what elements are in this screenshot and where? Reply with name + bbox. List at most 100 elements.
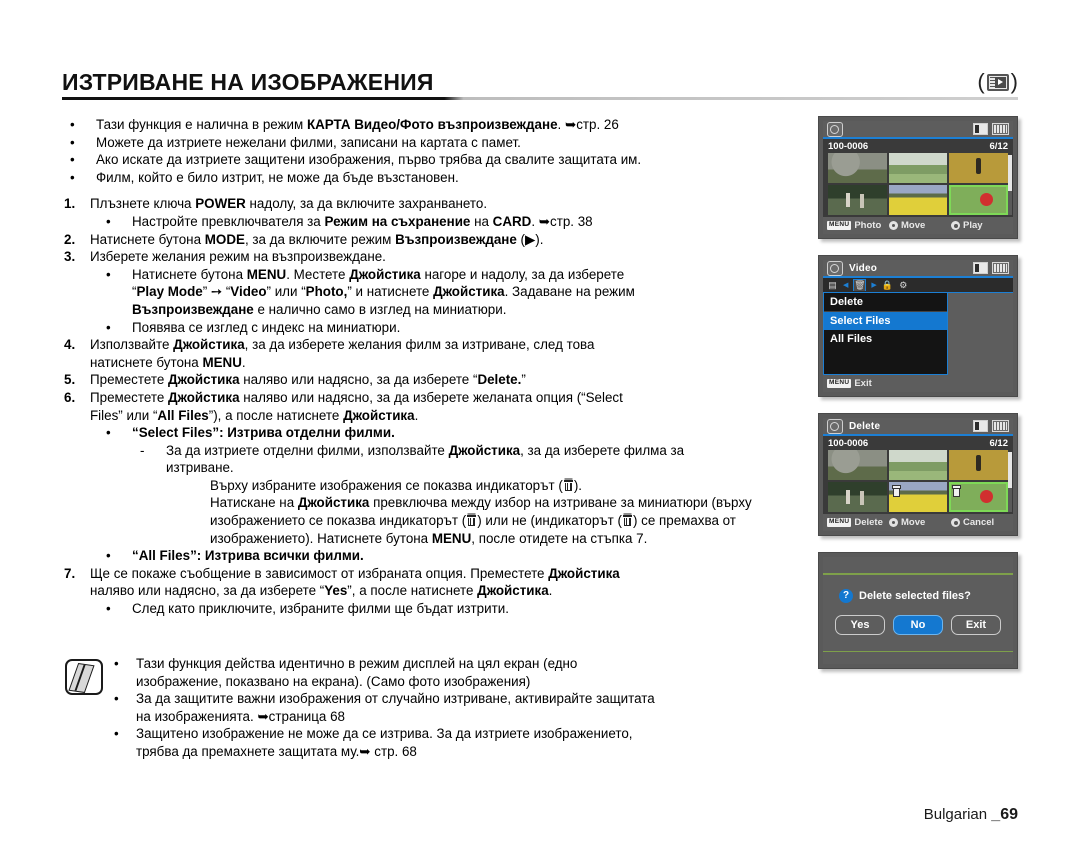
step-3-sub1-line-a: Натиснете бутона MENU. Местете Джойстика… bbox=[132, 266, 625, 282]
file-counter: 6/12 bbox=[989, 141, 1009, 152]
step-6-cont3-c: ) се премахва от bbox=[632, 513, 736, 529]
step-7-number: 7. bbox=[64, 565, 76, 581]
chevron-right-icon[interactable]: ▶ bbox=[871, 281, 876, 289]
intro-bullet-text-2: Ако искате да изтриете защитени изображе… bbox=[96, 152, 642, 168]
thumbnail-item[interactable] bbox=[949, 450, 1008, 480]
screenshot-thumbnail-index: 100-0006 6/12 MENU Photo Move Play bbox=[818, 116, 1018, 239]
memory-card-icon bbox=[973, 123, 988, 135]
file-counter: 6/12 bbox=[989, 438, 1009, 449]
thumbnail-item[interactable] bbox=[828, 450, 887, 480]
trash-icon bbox=[622, 515, 632, 527]
step-6-dash-line-b: изтриване. bbox=[166, 460, 234, 476]
page-header: ИЗТРИВАНЕ НА ИЗОБРАЖЕНИЯ ( ) bbox=[62, 69, 1018, 101]
lcd-action-bar: MENU Photo Move Play bbox=[823, 217, 1013, 234]
step-7-line-a: Ще се покаже съобщение в зависимост от и… bbox=[90, 565, 620, 581]
step-4-line-a: Използвайте Джойстика, за да изберете же… bbox=[90, 337, 595, 353]
step-7-sub-text: След като приключите, избраните филми ще… bbox=[132, 601, 509, 617]
intro-bullet: • Тази функция е налична в режим КАРТА Ви… bbox=[62, 116, 802, 134]
thumbnail-item-marked[interactable] bbox=[888, 482, 948, 512]
menu-item-select-files[interactable]: Select Files bbox=[824, 312, 948, 330]
step-5-number: 5. bbox=[64, 372, 76, 388]
intro-bullet-text-1: Можете да изтриете нежелани филми, запис… bbox=[96, 134, 521, 150]
move-label: Move bbox=[901, 220, 926, 231]
note-2-line-b: трябва да премахнете защитата му.➥ стр. … bbox=[136, 743, 417, 759]
step-5: 5. Преместете Джойстика наляво или надяс… bbox=[62, 371, 802, 389]
play-mode-tab-icon[interactable]: ▤ bbox=[827, 280, 838, 291]
no-button[interactable]: No bbox=[893, 614, 943, 635]
step-6-line-a: Преместете Джойстика наляво или надясно,… bbox=[90, 389, 623, 405]
intro-bullet: • Можете да изтриете нежелани филми, запи… bbox=[62, 134, 802, 152]
yes-button[interactable]: Yes bbox=[835, 614, 885, 635]
page-footer: Bulgarian _69 bbox=[924, 806, 1018, 824]
menu-action-label: Delete bbox=[854, 517, 883, 528]
dialog-buttons: Yes No Exit bbox=[823, 614, 1013, 651]
lock-tab-icon[interactable]: 🔒 bbox=[882, 280, 893, 291]
lcd-title: Delete bbox=[849, 420, 881, 432]
step-3-sub1-line-b: “Play Mode” ➙ “Video” или “Photo,” и нат… bbox=[132, 284, 635, 300]
thumbnail-item[interactable] bbox=[828, 153, 887, 183]
file-info-bar: 100-0006 6/12 bbox=[823, 436, 1013, 450]
memory-card-icon bbox=[973, 262, 988, 274]
thumbnail-item[interactable] bbox=[949, 153, 1008, 183]
thumbnail-item[interactable] bbox=[828, 185, 887, 215]
step-6-select-files-label: “Select Files”: Изтрива отделни филми. bbox=[132, 425, 395, 441]
thumbnail-item-selected[interactable] bbox=[949, 185, 1008, 215]
thumbnail-item[interactable] bbox=[888, 185, 948, 215]
step-6-cont2-text: Натискане на Джойстика превключва между … bbox=[210, 495, 752, 511]
footer-language: Bulgarian bbox=[923, 806, 988, 823]
scrollbar[interactable] bbox=[1008, 155, 1012, 215]
delete-tab-icon[interactable]: 🗑 bbox=[853, 279, 867, 291]
menu-chip[interactable]: MENU bbox=[827, 221, 852, 230]
step-6-dash-line-a: За да изтриете отделни филми, използвайт… bbox=[166, 442, 685, 458]
step-3-sub-bullet-1: • Натиснете бутона MENU. Местете Джойсти… bbox=[62, 266, 802, 319]
step-7-line-b: наляво или надясно, за да изберете “Yes”… bbox=[90, 583, 553, 599]
step-6-all-files-bullet: • “All Files”: Изтрива всички филми. bbox=[62, 547, 802, 565]
exit-label: Exit bbox=[854, 378, 872, 389]
note-0-line-a: Тази функция действа идентично в режим д… bbox=[136, 656, 578, 671]
gear-tab-icon[interactable]: ⚙ bbox=[898, 280, 909, 291]
intro-bullet: • Филм, който е било изтрит, не може да б… bbox=[62, 169, 802, 187]
menu-header-label: Delete bbox=[824, 293, 948, 312]
scrollbar[interactable] bbox=[1008, 452, 1012, 512]
dialog-message: Delete selected files? bbox=[859, 589, 971, 602]
file-label: 100-0006 bbox=[828, 141, 869, 152]
question-icon: ? bbox=[839, 588, 853, 603]
note-item: • За да защитите важни изображения от сл… bbox=[114, 690, 810, 725]
lcd-status-bar bbox=[823, 121, 1013, 139]
step-6-number: 6. bbox=[64, 389, 76, 405]
thumbnail-item[interactable] bbox=[888, 153, 948, 183]
joystick-icon bbox=[889, 518, 898, 527]
step-3-text: Изберете желания режим на възпроизвеждан… bbox=[90, 249, 386, 265]
step-6: 6. Преместете Джойстика наляво или надяс… bbox=[62, 389, 802, 424]
file-info-bar: 100-0006 6/12 bbox=[823, 139, 1013, 153]
page-title: ИЗТРИВАНЕ НА ИЗОБРАЖЕНИЯ bbox=[62, 69, 434, 95]
thumbnail-item[interactable] bbox=[828, 482, 887, 512]
step-1-sub-bullet: • Настройте превключвателя за Режим на съ… bbox=[62, 213, 802, 231]
menu-chip[interactable]: MENU bbox=[827, 379, 852, 388]
step-4: 4. Използвайте Джойстика, за да изберете… bbox=[62, 336, 802, 371]
note-1-line-b: на изображенията. ➥страница 68 bbox=[136, 708, 345, 724]
step-7-sub-bullet: • След като приключите, избраните филми щ… bbox=[62, 600, 802, 618]
playback-mode-icon bbox=[827, 418, 843, 434]
step-6-cont3-a: изображението се показва индикаторът ( bbox=[210, 513, 467, 529]
thumbnail-item-selected-marked[interactable] bbox=[949, 482, 1008, 512]
step-1-sub-text: Настройте превключвателя за Режим на съх… bbox=[132, 213, 593, 229]
playback-mode-icon bbox=[827, 121, 843, 137]
trash-marker-icon bbox=[891, 485, 901, 497]
note-0-line-b: изображение, показвано на екрана). (Само… bbox=[136, 673, 531, 689]
step-2-text: Натиснете бутона MODE, за да включите ре… bbox=[90, 231, 544, 247]
step-5-text: Преместете Джойстика наляво или надясно,… bbox=[90, 372, 526, 388]
file-label: 100-0006 bbox=[828, 438, 869, 449]
menu-item-all-files[interactable]: All Files bbox=[824, 330, 947, 348]
chevron-left-icon[interactable]: ◀ bbox=[843, 281, 848, 289]
exit-button[interactable]: Exit bbox=[951, 614, 1001, 635]
thumbnail-item[interactable] bbox=[888, 450, 948, 480]
paren-open: ( bbox=[977, 69, 985, 95]
menu-chip[interactable]: MENU bbox=[827, 518, 852, 527]
intro-bullet-text-3: Филм, който е било изтрит, не може да бъ… bbox=[96, 169, 459, 185]
playback-mode-icon bbox=[827, 260, 843, 276]
note-2-line-a: Защитено изображение не може да се изтри… bbox=[136, 726, 633, 742]
lcd-action-bar: MENU Delete Move Cancel bbox=[823, 514, 1013, 531]
battery-icon bbox=[992, 262, 1009, 274]
screenshot-column: 100-0006 6/12 MENU Photo Move Play Video… bbox=[818, 116, 1024, 685]
